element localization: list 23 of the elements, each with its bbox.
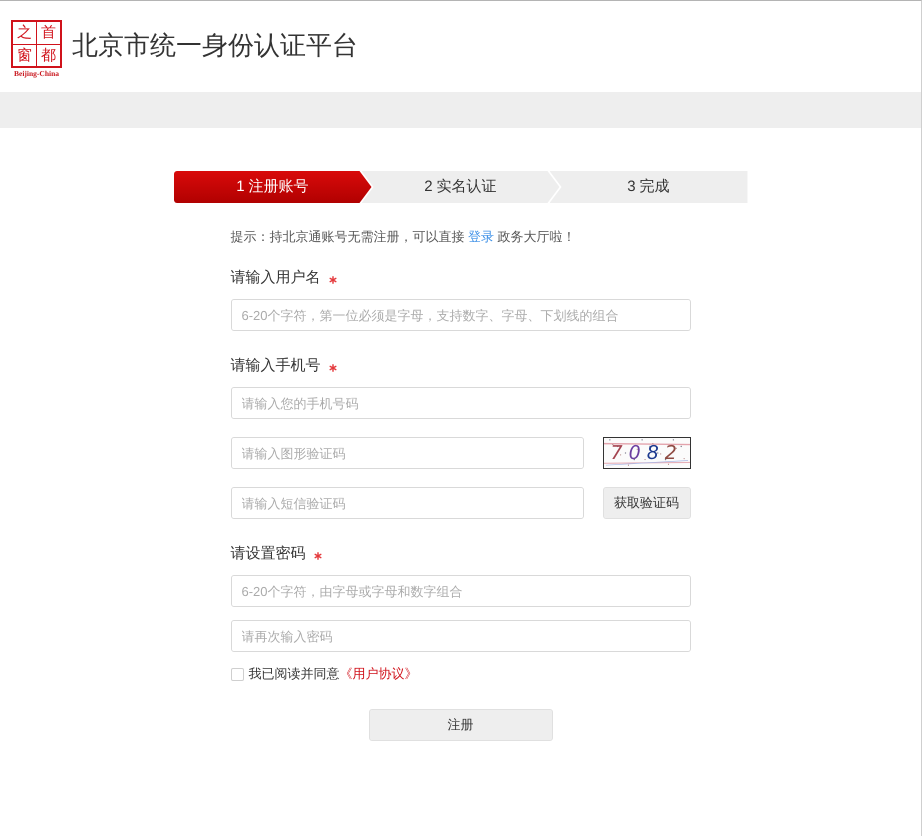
- register-button[interactable]: 注册: [368, 709, 552, 741]
- field-label: 请设置密码: [230, 544, 306, 564]
- user-agreement-link[interactable]: 《用户协议》: [340, 666, 418, 681]
- hint-text: 提示：持北京通账号无需注册，可以直接 登录 政务大厅啦！: [230, 228, 577, 246]
- input-field[interactable]: 6-20个字符，第一位必须是字母，支持数字、字母、下划线的组合: [230, 299, 690, 331]
- step-indicator: 3 完成: [550, 171, 748, 203]
- input-field[interactable]: 6-20个字符，由字母或字母和数字组合: [230, 575, 690, 607]
- sms-code-field[interactable]: 请输入短信验证码: [230, 487, 584, 519]
- step-indicator: 1 注册账号: [174, 171, 372, 203]
- site-title: 北京市统一身份认证平台: [72, 29, 358, 62]
- agreement-text: 我已阅读并同意《用户协议》: [248, 665, 418, 683]
- logo-character: 之: [13, 22, 36, 44]
- captcha-field[interactable]: 请输入图形验证码: [230, 437, 584, 469]
- field-label: 请输入手机号: [230, 356, 320, 376]
- logo-character: 窗: [13, 44, 36, 66]
- input-field[interactable]: 请再次输入密码: [230, 620, 690, 652]
- input-field[interactable]: 请输入您的手机号码: [230, 387, 690, 419]
- step-indicator: 2 实名认证: [362, 171, 560, 203]
- logo-character: 都: [37, 44, 60, 66]
- field-label: 请输入用户名: [230, 268, 320, 288]
- agreement-checkbox[interactable]: [230, 668, 244, 680]
- get-code-button[interactable]: 获取验证码: [602, 487, 690, 519]
- logo-character: 首: [37, 22, 60, 44]
